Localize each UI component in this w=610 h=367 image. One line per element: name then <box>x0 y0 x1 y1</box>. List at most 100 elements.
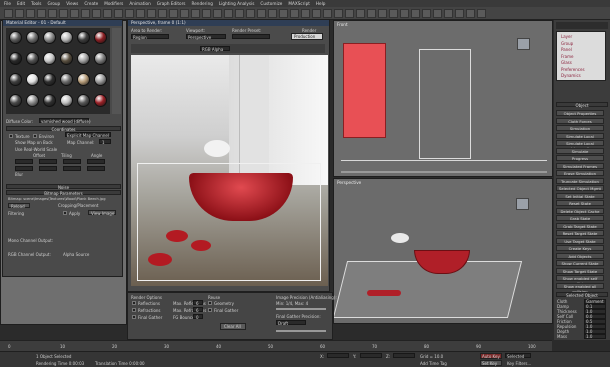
material-sample-slot[interactable] <box>43 31 56 44</box>
material-sample-slot[interactable] <box>94 52 107 65</box>
material-sample-slot[interactable] <box>43 94 56 107</box>
menu-item[interactable]: Customize <box>260 1 282 6</box>
reflections-checkbox[interactable] <box>132 301 136 305</box>
toolbar-button[interactable] <box>59 9 68 18</box>
glossy-slider[interactable] <box>276 330 326 332</box>
cloth-command-button[interactable]: Show Current State <box>556 260 604 266</box>
toolbar-button[interactable] <box>367 9 376 18</box>
bitmap-rollout[interactable]: Bitmap Parameters <box>6 190 121 196</box>
apply-checkbox[interactable] <box>63 211 67 215</box>
menu-item[interactable]: Group <box>47 1 60 6</box>
menu-item[interactable]: Graph Editors <box>157 1 186 6</box>
layer-list-item[interactable]: Preferences <box>561 67 585 72</box>
toolbar-button[interactable] <box>114 9 123 18</box>
viewport-perspective[interactable]: Perspective <box>333 178 553 324</box>
toolbar-button[interactable] <box>213 9 222 18</box>
bitmap-path[interactable]: Bitmap: scene\Images\Textures\Wood\Plank… <box>8 197 106 201</box>
material-sample-slot[interactable] <box>60 31 73 44</box>
object-rollout[interactable]: Object <box>556 102 608 108</box>
tiling-fields[interactable] <box>15 159 115 177</box>
material-sample-slot[interactable] <box>9 73 22 86</box>
material-sample-slot[interactable] <box>60 73 73 86</box>
toolbar-button[interactable] <box>26 9 35 18</box>
toolbar-button[interactable] <box>147 9 156 18</box>
cloth-command-button[interactable]: Use Target State <box>556 237 604 244</box>
toolbar-button[interactable] <box>422 9 431 18</box>
toolbar-button[interactable] <box>312 9 321 18</box>
refractions-checkbox[interactable] <box>132 308 136 312</box>
menu-item[interactable]: Lighting Analysis <box>219 1 255 6</box>
cloth-command-button[interactable]: Simulated Frames <box>556 162 604 169</box>
cloth-command-button[interactable]: Erase Simulation <box>556 170 604 176</box>
selected-object-rollout[interactable]: Selected Object <box>556 292 608 298</box>
material-sample-slot[interactable] <box>77 73 90 86</box>
menu-item[interactable]: Rendering <box>192 1 213 6</box>
cloth-command-button[interactable]: Progress <box>556 155 604 161</box>
toolbar-button[interactable] <box>433 9 442 18</box>
toolbar-button[interactable] <box>15 9 24 18</box>
geometry-checkbox[interactable] <box>208 301 212 305</box>
cloth-command-button[interactable]: Grab Target State <box>556 222 604 229</box>
layer-list[interactable]: Layer Group Panel Frame Glass Preferences Dyna… <box>556 31 606 81</box>
toolbar-button[interactable] <box>323 9 332 18</box>
preset-dropdown[interactable] <box>232 34 270 39</box>
toolbar-button[interactable] <box>103 9 112 18</box>
toolbar-button[interactable] <box>125 9 134 18</box>
material-sample-slot[interactable] <box>60 94 73 107</box>
toolbar-button[interactable] <box>400 9 409 18</box>
map-channel-field[interactable] <box>99 139 111 144</box>
material-sample-slot[interactable] <box>94 31 107 44</box>
tiling-value-field[interactable] <box>87 159 105 164</box>
material-sample-slot[interactable] <box>60 52 73 65</box>
image-precision-slider[interactable] <box>276 308 326 310</box>
material-sample-slot[interactable] <box>9 94 22 107</box>
cloth-command-button[interactable]: Show enabled self collision <box>556 275 604 286</box>
material-sample-slot[interactable] <box>94 73 107 86</box>
add-time-tag[interactable]: Add Time Tag <box>420 361 447 366</box>
cube-gizmo[interactable] <box>517 38 530 50</box>
cloth-command-button[interactable]: Simulate Local (damped) <box>556 140 604 151</box>
toolbar-button[interactable] <box>235 9 244 18</box>
cloth-command-button[interactable]: Reset State <box>556 200 604 206</box>
cloth-command-button[interactable]: Object Properties <box>556 110 604 116</box>
z-coord-field[interactable] <box>393 353 415 358</box>
y-coord-field[interactable] <box>360 353 382 358</box>
toolbar-button[interactable] <box>257 9 266 18</box>
toolbar-button[interactable] <box>202 9 211 18</box>
tiling-value-field[interactable] <box>63 166 81 171</box>
tiling-value-field[interactable] <box>15 166 33 171</box>
cloth-command-button[interactable]: Cloth Forces <box>556 117 604 124</box>
tiling-value-field[interactable] <box>63 159 81 164</box>
cloth-command-button[interactable]: Show enabled all collision <box>556 282 604 294</box>
viewport-front[interactable]: Front <box>333 20 553 177</box>
layer-list-item[interactable]: Dynamics <box>561 73 581 78</box>
toolbar-button[interactable] <box>48 9 57 18</box>
tiling-value-field[interactable] <box>87 166 105 171</box>
material-sample-slot[interactable] <box>26 73 39 86</box>
cloth-command-button[interactable]: Reset Target State <box>556 230 604 236</box>
toolbar-button[interactable] <box>334 9 343 18</box>
cloth-command-button[interactable]: Set Initial State <box>556 192 604 199</box>
toolbar-button[interactable] <box>378 9 387 18</box>
menu-item[interactable]: Help <box>316 1 326 6</box>
layer-list-item[interactable]: Panel <box>561 47 572 52</box>
toolbar-button[interactable] <box>37 9 46 18</box>
material-sample-slot[interactable] <box>77 52 90 65</box>
menu-item[interactable]: Tools <box>31 1 41 6</box>
layer-list-item[interactable]: Frame <box>561 54 573 59</box>
cloth-command-button[interactable]: Simulation <box>556 125 604 131</box>
tiling-value-field[interactable] <box>39 166 57 171</box>
fg-checkbox[interactable] <box>132 315 136 319</box>
toolbar-button[interactable] <box>356 9 365 18</box>
menu-item[interactable]: Views <box>66 1 78 6</box>
texture-radio[interactable] <box>9 134 13 138</box>
toolbar-button[interactable] <box>136 9 145 18</box>
toolbar-button[interactable] <box>268 9 277 18</box>
cloth-command-button[interactable]: Show Target State <box>556 267 604 274</box>
material-sample-slot[interactable] <box>94 94 107 107</box>
toolbar-button[interactable] <box>411 9 420 18</box>
menu-item[interactable]: Modifiers <box>104 1 123 6</box>
cloth-command-button[interactable]: Delete Object Cache <box>556 207 604 214</box>
toolbar-button[interactable] <box>444 9 453 18</box>
environ-radio[interactable] <box>33 134 37 138</box>
